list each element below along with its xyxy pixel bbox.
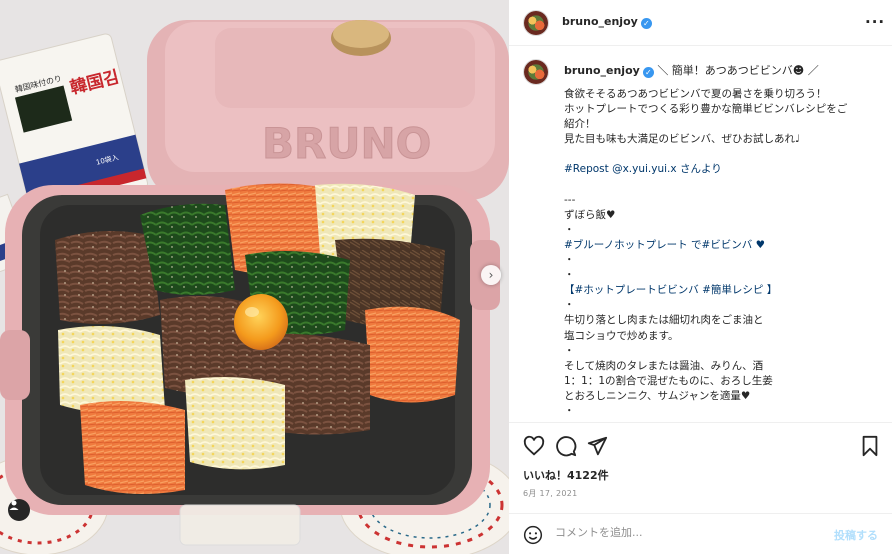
caption-line[interactable]: 【#ホットプレートビビンバ #簡単レシピ 】 (564, 283, 884, 298)
caption-line: ・ (564, 344, 575, 357)
comment-input[interactable] (555, 526, 825, 539)
egg-yolk (234, 294, 288, 350)
caption-line (564, 178, 884, 193)
caption-avatar[interactable] (523, 59, 549, 85)
tagged-users-button[interactable] (8, 499, 30, 521)
comment-icon[interactable] (555, 435, 577, 457)
action-bar: いいね！4122件 6月 17, 2021 投稿する (509, 422, 892, 554)
caption-line: 見た目も味も大満足のビビンバ、ぜひお試しあれ♩ (564, 133, 800, 146)
bookmark-icon[interactable] (859, 435, 881, 457)
caption-line: ・ (564, 269, 575, 282)
caption-line: 紹介！ (564, 118, 596, 131)
caption-line: ・ (564, 254, 575, 267)
hot-plate (0, 183, 500, 515)
caption-line: --- (564, 193, 576, 206)
comment-bar: 投稿する (509, 513, 892, 554)
caption-line: 塩コショウで炒めます。 (564, 329, 679, 342)
caption-text: 食欲そそるあつあつビビンバで夏の暑さを乗り切ろう！ ホットプレートでつくる彩り豊か… (564, 87, 884, 422)
caption-line (564, 147, 884, 162)
caption-line: ずぼら飯♥ (564, 208, 616, 221)
header-username-text[interactable]: bruno_enjoy (562, 15, 638, 28)
caption-line: とおろしニンニク、サムジャンを適量♥ (564, 389, 751, 402)
caption-line: 1：1：1の割合で混ぜたものに、おろし生姜 (564, 374, 773, 387)
caption-line[interactable]: #Repost @x.yui.yui.x さんより (564, 162, 884, 177)
verified-badge-icon: ✓ (640, 18, 652, 29)
caption-line: 食欲そそるあつあつビビンバで夏の暑さを乗り切ろう！ (564, 88, 827, 100)
caption-line: ・ (564, 223, 575, 236)
likes-count[interactable]: いいね！4122件 (523, 467, 609, 483)
user-icon (9, 500, 19, 510)
caption-line: 牛切り落とし肉または細切れ肉をごま油と (564, 314, 764, 327)
caption-line: ・ (564, 404, 575, 417)
post-header: bruno_enjoy ✓ ··· (509, 0, 892, 46)
caption-header: bruno_enjoy ✓ ＼ 簡単！あつあつビビンバ☻ ／ (564, 62, 819, 78)
caption-line: ・ (564, 299, 575, 312)
plate-lid: BRUNO (147, 20, 509, 200)
header-username[interactable]: bruno_enjoy ✓ (562, 15, 652, 29)
bibimbap-photo: 韓国김 韓国味付のり 10袋入 BRUNO (0, 0, 509, 554)
more-options-icon[interactable]: ··· (865, 13, 885, 31)
lid-brand: BRUNO (262, 119, 431, 168)
caption-title: ＼ 簡単！あつあつビビンバ☻ ／ (657, 64, 819, 77)
emoji-icon[interactable] (523, 525, 543, 545)
avatar[interactable] (523, 10, 549, 36)
post-comment-button[interactable]: 投稿する (834, 527, 878, 543)
verified-badge-icon: ✓ (642, 67, 654, 78)
post-sidebar: bruno_enjoy ✓ ··· bruno_enjoy ✓ ＼ 簡単！あつあつビ… (509, 0, 892, 554)
share-icon[interactable] (586, 435, 608, 457)
caption-line: ホットプレートでつくる彩り豊かな簡単ビビンバレシピをご (564, 103, 848, 116)
post-date[interactable]: 6月 17, 2021 (523, 488, 578, 499)
caption-line[interactable]: #ブルーノホットプレート で#ビビンバ ♥ (564, 238, 884, 253)
heart-icon[interactable] (523, 435, 545, 457)
chevron-right-icon: › (488, 268, 494, 282)
next-photo-button[interactable]: › (481, 265, 501, 285)
caption-area: bruno_enjoy ✓ ＼ 簡単！あつあつビビンバ☻ ／ 食欲そそるあつあつビ… (509, 47, 892, 422)
post-photo[interactable]: 韓国김 韓国味付のり 10袋入 BRUNO › (0, 0, 509, 554)
caption-username[interactable]: bruno_enjoy (564, 64, 640, 77)
caption-line: そして焼肉のタレまたは醤油、みりん、酒 (564, 359, 764, 372)
